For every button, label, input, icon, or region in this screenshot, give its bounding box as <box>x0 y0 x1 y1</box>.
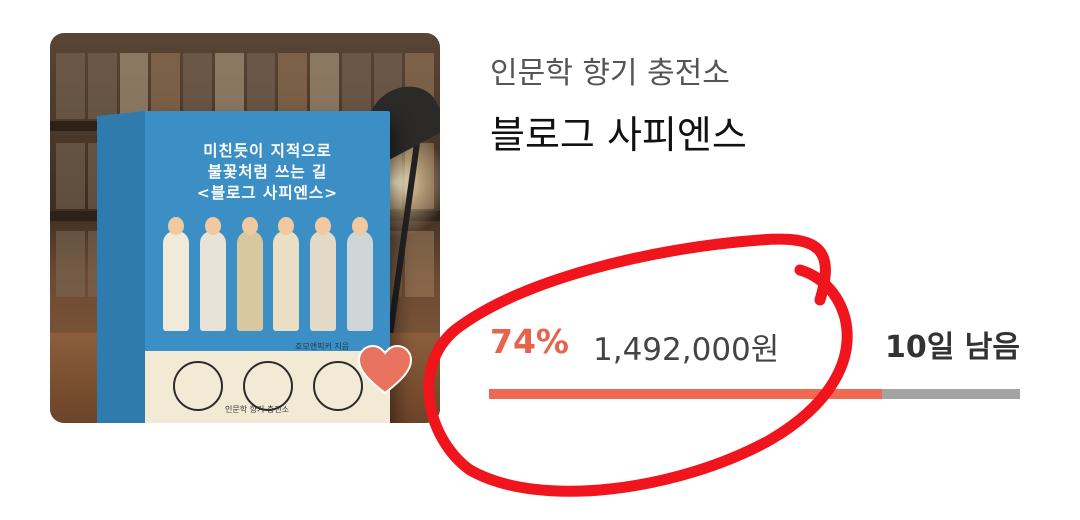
funding-percent: 74% <box>490 322 569 361</box>
book-title-line: 불꽃처럼 쓰는 길 <box>207 163 328 181</box>
funding-progress-fill <box>489 389 882 399</box>
book-publisher: 인문학 향기 충전소 <box>225 405 289 414</box>
funded-amount: 1,492,000원 <box>593 332 780 368</box>
figure-illustration <box>273 217 300 331</box>
funding-progress-bar <box>489 389 1020 399</box>
figure-illustration <box>310 217 337 331</box>
book-title-line: <블로그 사피엔스> <box>196 184 339 202</box>
funding-card[interactable]: 미친듯이 지적으로 불꽃처럼 쓰는 길 <블로그 사피엔스> 호모앤픽커 지음 … <box>0 0 1080 520</box>
project-category[interactable]: 인문학 향기 충전소 <box>490 48 730 92</box>
book-cover: 미친듯이 지적으로 불꽃처럼 쓰는 길 <블로그 사피엔스> 호모앤픽커 지음 … <box>97 111 390 423</box>
figure-illustration <box>199 217 226 331</box>
figure-illustration <box>163 217 189 331</box>
book-illustration <box>163 211 373 331</box>
heart-icon[interactable] <box>357 343 413 399</box>
book-spine <box>97 111 145 423</box>
figure-illustration <box>346 217 373 331</box>
book-title-line: 미친듯이 지적으로 <box>203 142 332 160</box>
project-title[interactable]: 블로그 사피엔스 <box>490 104 747 159</box>
figure-illustration <box>236 217 263 331</box>
award-badge-icon <box>313 361 363 411</box>
book-cover-title: 미친듯이 지적으로 불꽃처럼 쓰는 길 <블로그 사피엔스> <box>145 141 390 204</box>
award-badge-icon <box>173 361 223 411</box>
days-remaining: 10일 남음 <box>885 330 1020 365</box>
